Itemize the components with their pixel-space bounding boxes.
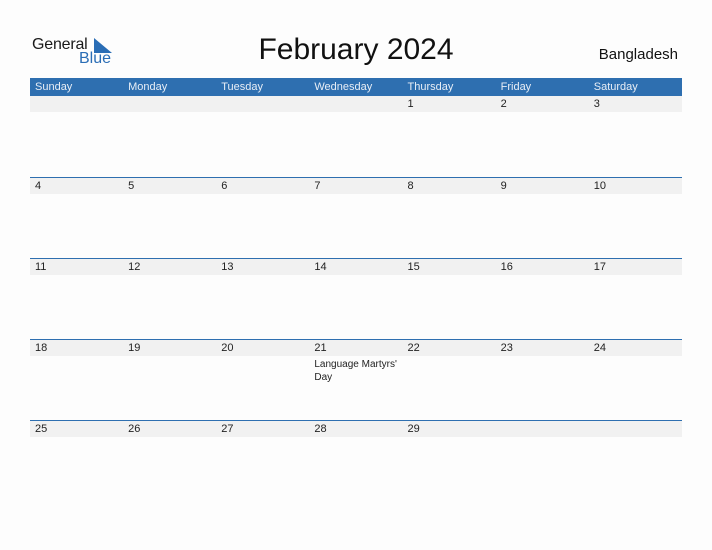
day-number: 2: [500, 98, 507, 110]
day-number: 1: [407, 98, 414, 110]
day-number-row: 18 19 20 21 22 23 24: [30, 340, 682, 356]
day-number-row: 25 26 27 28 29: [30, 421, 682, 437]
day-event: [309, 437, 402, 439]
day-number: 28: [314, 423, 327, 435]
weekday-thursday: Thursday: [407, 81, 454, 93]
day-number-row: 4 5 6 7 8 9 10: [30, 178, 682, 194]
day-event: [123, 356, 216, 384]
week-row: 25 26 27 28 29: [30, 420, 682, 439]
day-event: [30, 356, 123, 384]
event-row: Language Martyrs' Day: [30, 356, 682, 384]
day-number: [123, 96, 216, 112]
day-event: [123, 275, 216, 277]
day-event: [309, 112, 402, 114]
weekday-sunday: Sunday: [35, 81, 73, 93]
day-event: [309, 275, 402, 277]
day-event: [403, 194, 496, 196]
day-number: 9: [500, 180, 507, 192]
day-number: 27: [221, 423, 234, 435]
day-event: [496, 275, 589, 277]
week-row: 4 5 6 7 8 9 10: [30, 177, 682, 196]
day-event: Language Martyrs' Day: [314, 359, 397, 383]
day-event: [403, 437, 496, 439]
day-number: 22: [407, 342, 420, 354]
event-row: [30, 275, 682, 277]
day-event: [589, 194, 682, 196]
weekday-wednesday: Wednesday: [314, 81, 373, 93]
day-event: [403, 356, 496, 384]
day-event: [309, 194, 402, 196]
day-event: [403, 112, 496, 114]
day-event: [589, 437, 682, 439]
day-event: [123, 194, 216, 196]
day-event: [123, 437, 216, 439]
day-number-row: 11 12 13 14 15 16 17: [30, 259, 682, 275]
day-event: [589, 275, 682, 277]
day-number: 12: [128, 261, 141, 273]
weekday-friday: Friday: [500, 81, 532, 93]
day-event: [216, 112, 309, 114]
day-number: 24: [593, 342, 606, 354]
country-label: Bangladesh: [598, 46, 678, 63]
day-event: [216, 356, 309, 384]
weekday-saturday: Saturday: [593, 81, 638, 93]
day-number: 25: [35, 423, 48, 435]
day-event: [496, 112, 589, 114]
day-event: [216, 275, 309, 277]
day-number: [30, 96, 123, 112]
day-event: [30, 194, 123, 196]
day-number: [496, 421, 589, 437]
day-number: 18: [35, 342, 48, 354]
day-number: 17: [593, 261, 606, 273]
day-event: [496, 194, 589, 196]
event-row: [30, 437, 682, 439]
day-number: 4: [35, 180, 42, 192]
day-number: 8: [407, 180, 414, 192]
day-number: 6: [221, 180, 228, 192]
day-number: 15: [407, 261, 420, 273]
week-row: 1 2 3: [30, 96, 682, 114]
event-row: [30, 194, 682, 196]
week-row: 18 19 20 21 22 23 24 Language Martyrs' Day: [30, 339, 682, 384]
weekday-monday: Monday: [128, 81, 168, 93]
day-event: [403, 275, 496, 277]
day-number: 10: [593, 180, 606, 192]
day-number: 14: [314, 261, 327, 273]
day-number: [216, 96, 309, 112]
day-number: 29: [407, 423, 420, 435]
weekday-tuesday: Tuesday: [221, 81, 264, 93]
day-number: [589, 421, 682, 437]
day-event: [123, 112, 216, 114]
day-number: 20: [221, 342, 234, 354]
day-number: 26: [128, 423, 141, 435]
day-event: [589, 356, 682, 384]
day-number: 21: [314, 342, 327, 354]
day-number: 11: [35, 261, 47, 273]
day-number: 23: [500, 342, 513, 354]
day-event: [589, 112, 682, 114]
day-number: 13: [221, 261, 234, 273]
week-row: 11 12 13 14 15 16 17: [30, 258, 682, 277]
day-event: [496, 356, 589, 384]
day-number: 5: [128, 180, 135, 192]
day-event: [216, 437, 309, 439]
event-row: [30, 112, 682, 114]
weekday-header: Sunday Monday Tuesday Wednesday Thursday…: [30, 78, 682, 96]
day-number: 19: [128, 342, 141, 354]
day-event: [30, 112, 123, 114]
day-number: [309, 96, 402, 112]
day-event: [216, 194, 309, 196]
day-number: 16: [500, 261, 513, 273]
day-event: [30, 437, 123, 439]
day-number: 3: [593, 98, 600, 110]
day-event: [30, 275, 123, 277]
day-number-row: 1 2 3: [30, 96, 682, 112]
day-event: [496, 437, 589, 439]
day-number: 7: [314, 180, 321, 192]
